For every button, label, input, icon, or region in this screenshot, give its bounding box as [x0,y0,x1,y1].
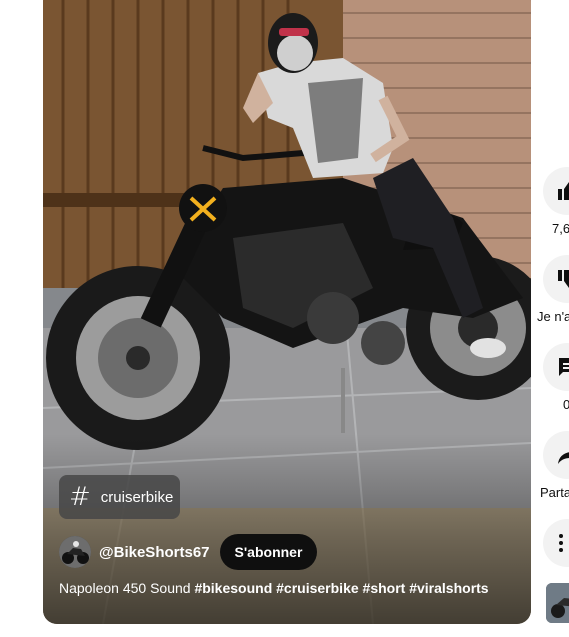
caption-hashtag[interactable]: #cruiserbike [276,580,359,596]
thumbs-down-icon [558,270,569,288]
caption-hashtag[interactable]: #short [363,580,406,596]
comment-count: 0 [563,397,569,412]
share-icon [558,452,569,464]
comment-icon [559,358,569,376]
comments-button[interactable] [543,343,569,391]
hashtag-chip-label: cruiserbike [100,488,174,506]
subscribe-button[interactable]: S'abonner [219,534,318,570]
action-rail: 7,6 Je n'a 0 Parta [536,0,569,637]
motorcycle-avatar-icon [59,536,91,568]
more-vertical-icon [559,534,563,552]
caption-text: Napoleon 450 Sound [59,580,191,596]
like-button[interactable] [543,167,569,215]
more-actions-button[interactable] [543,519,569,567]
caption-hashtag[interactable]: #viralshorts [409,580,488,596]
share-button[interactable] [543,431,569,479]
video-caption: Napoleon 450 Sound #bikesound #cruiserbi… [59,580,519,596]
hashtag-chip[interactable]: # cruiserbike [59,475,180,519]
share-label: Parta [540,485,569,500]
like-count: 7,6 [552,221,569,236]
next-video-thumbnail[interactable] [546,583,569,623]
hashtag-icon: # [69,482,91,512]
channel-row: @BikeShorts67 S'abonner [59,534,318,570]
dislike-label: Je n'a [537,309,569,324]
shorts-video-player[interactable]: # cruiserbike @BikeShorts67 S'abonner Na… [43,0,531,624]
dislike-button[interactable] [543,255,569,303]
caption-hashtag[interactable]: #bikesound [194,580,272,596]
channel-handle[interactable]: @BikeShorts67 [99,544,210,561]
thumbs-up-icon [558,182,569,200]
channel-avatar[interactable] [59,536,91,568]
motorcycle-thumbnail-icon [546,583,569,623]
